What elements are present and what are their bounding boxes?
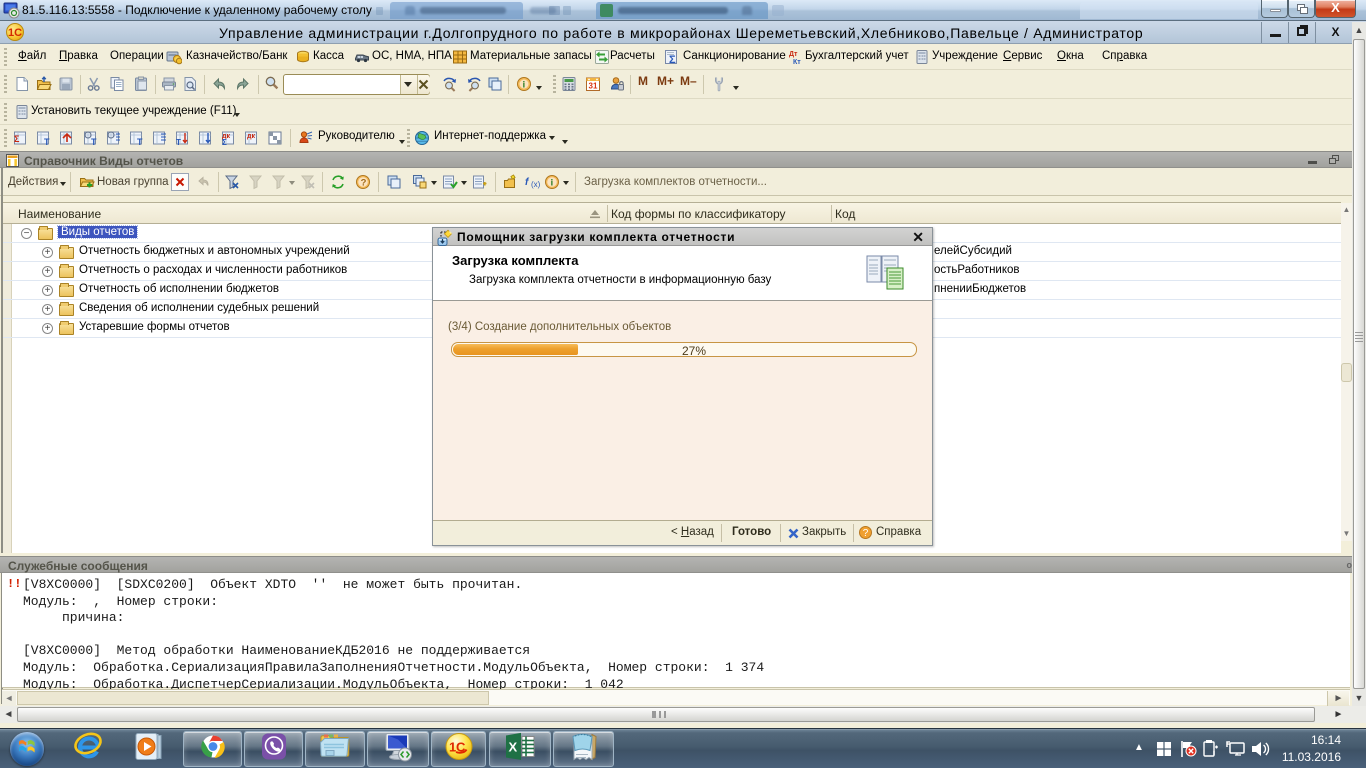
- svg-text:T: T: [176, 138, 181, 146]
- svg-text:T: T: [44, 137, 50, 146]
- svg-text:Дт: Дт: [789, 51, 798, 58]
- svg-text:T: T: [91, 137, 97, 146]
- svg-text:(x): (x): [531, 180, 540, 189]
- svg-text:Σ: Σ: [14, 134, 20, 144]
- svg-text:?: ?: [361, 178, 367, 189]
- svg-text:Σ: Σ: [669, 54, 676, 65]
- svg-text:T: T: [137, 137, 143, 146]
- svg-text:Кт: Кт: [793, 59, 801, 65]
- svg-text:f: f: [525, 177, 530, 188]
- svg-text:i: i: [551, 178, 554, 188]
- svg-text:дк: дк: [247, 133, 255, 140]
- svg-text:31: 31: [589, 82, 598, 91]
- svg-text:Σ: Σ: [222, 138, 227, 146]
- svg-text:i: i: [523, 80, 526, 90]
